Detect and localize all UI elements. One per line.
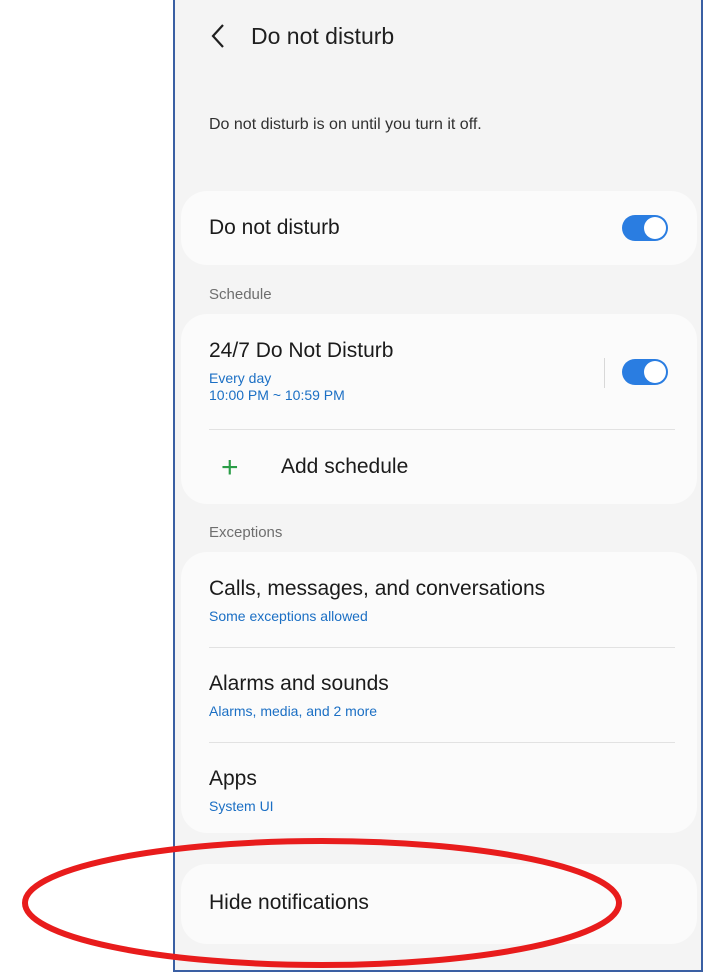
status-description: Do not disturb is on until you turn it o…: [209, 116, 482, 133]
schedule-switch[interactable]: [622, 359, 668, 385]
hide-notifications-item[interactable]: Hide notifications: [181, 864, 697, 944]
exception-title: Alarms and sounds: [209, 672, 389, 695]
row-divider: [209, 429, 675, 430]
row-divider: [209, 647, 675, 648]
page-title: Do not disturb: [251, 23, 395, 49]
back-icon[interactable]: [209, 22, 229, 50]
schedule-section-label: Schedule: [209, 286, 272, 303]
switch-knob: [644, 361, 666, 383]
switch-knob: [644, 217, 666, 239]
hide-notifications-label: Hide notifications: [209, 891, 369, 914]
exceptions-card: Calls, messages, and conversations Some …: [181, 552, 697, 833]
row-divider: [209, 742, 675, 743]
dnd-toggle-card[interactable]: Do not disturb: [181, 191, 697, 265]
dnd-switch[interactable]: [622, 215, 668, 241]
plus-icon: +: [221, 451, 239, 484]
phone-screen: Do not disturb Do not disturb is on unti…: [173, 0, 703, 972]
schedule-item-time: 10:00 PM ~ 10:59 PM: [209, 387, 345, 403]
exception-subtitle: Alarms, media, and 2 more: [209, 703, 378, 719]
exception-title: Calls, messages, and conversations: [209, 577, 546, 600]
add-schedule-label: Add schedule: [281, 455, 409, 478]
exception-title: Apps: [209, 767, 257, 790]
schedule-item-title: 24/7 Do Not Disturb: [209, 339, 394, 362]
exception-subtitle: Some exceptions allowed: [209, 608, 368, 624]
toggle-divider: [604, 358, 605, 388]
exceptions-section-label: Exceptions: [209, 524, 283, 541]
schedule-card: 24/7 Do Not Disturb Every day 10:00 PM ~…: [181, 314, 697, 504]
schedule-item-days: Every day: [209, 370, 272, 386]
dnd-toggle-label: Do not disturb: [209, 216, 340, 239]
exception-subtitle: System UI: [209, 798, 274, 814]
